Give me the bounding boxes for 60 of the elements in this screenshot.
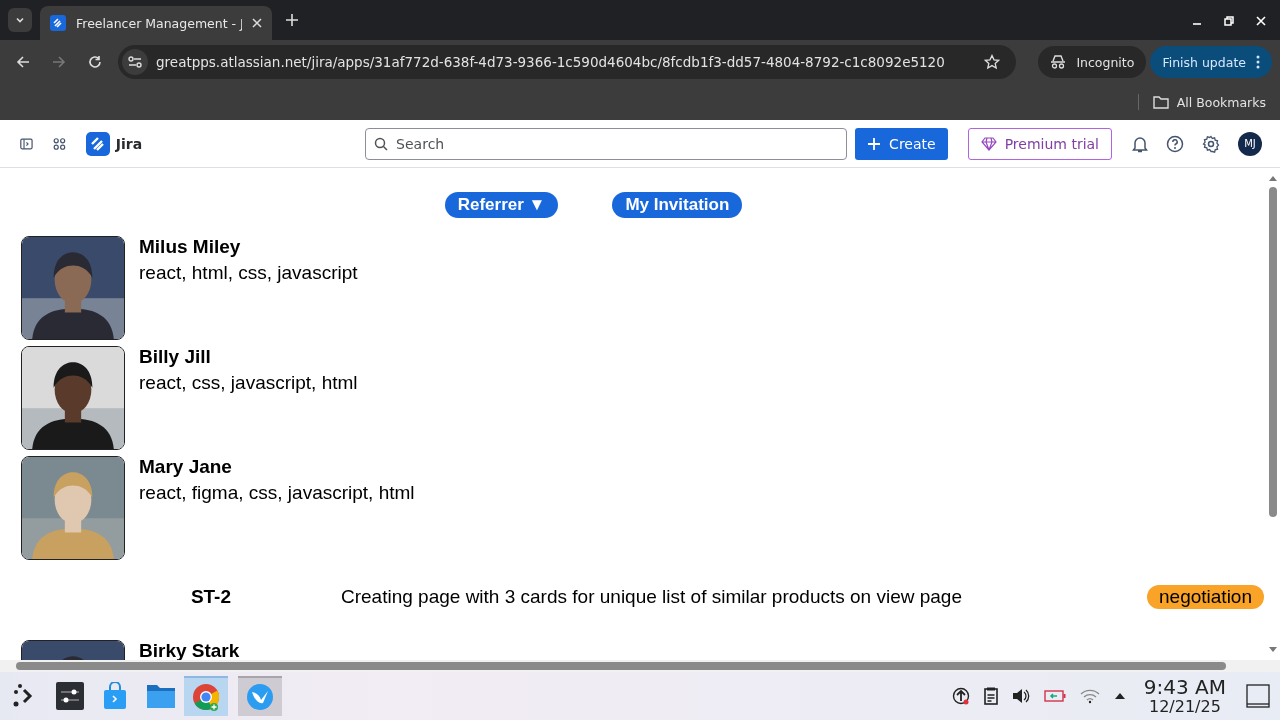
new-tab-icon[interactable] [286,14,298,26]
finish-update-button[interactable]: Finish update [1150,46,1272,78]
product-name: Jira [115,135,143,152]
upload-icon[interactable] [951,687,970,705]
scroll-up-icon[interactable] [1269,176,1277,181]
user-avatar[interactable]: MJ [1238,131,1262,156]
notification-icon[interactable] [1132,134,1148,153]
battery-icon[interactable] [1043,689,1066,703]
referrer-dropdown[interactable]: Referrer ▼ [444,192,559,218]
skills-list: react, figma, css, javascript, html [139,482,415,504]
wifi-icon[interactable] [1079,688,1100,704]
settings-sliders-icon[interactable] [56,682,84,710]
diamond-icon [980,136,997,151]
reload-icon[interactable] [88,55,102,69]
help-icon[interactable] [1166,134,1184,153]
sidebar-toggle-icon[interactable] [20,136,33,151]
skills-list: react, css, javascript, html [139,372,358,394]
scrollbar-thumb[interactable] [16,662,1226,670]
incognito-chip[interactable]: Incognito [1038,46,1147,78]
create-button[interactable]: Create [855,127,948,160]
freelancer-name: Milus Miley [139,236,242,258]
invitation-button[interactable]: My Invitation [612,192,743,218]
premium-trial-button[interactable]: Premium trial [967,127,1112,160]
restore-icon[interactable] [1224,16,1234,26]
jira-logo-icon[interactable] [85,131,110,156]
jira-logo-icon [50,15,66,31]
settings-icon[interactable] [1202,134,1220,153]
site-settings-icon[interactable] [128,56,142,68]
folder-icon[interactable] [146,683,176,709]
close-icon[interactable] [252,18,262,28]
forward-icon[interactable] [52,55,66,69]
tab-list-button[interactable] [8,8,32,32]
app-switcher-icon[interactable] [52,135,66,152]
scrollbar-thumb[interactable] [1269,187,1277,517]
freelancer-name: Billy Jill [139,346,212,368]
search-icon [374,136,389,151]
more-icon [1256,55,1260,69]
status-badge: negotiation [1147,585,1264,609]
task-summary: Creating page with 3 cards for unique list of similar products on view page [341,586,963,608]
task-key: ST-2 [21,586,341,608]
clipboard-icon[interactable] [983,687,998,705]
star-icon[interactable] [984,54,1001,70]
clock-date: 12/21/25 [1148,698,1221,716]
clock-time: 9:43 AM [1143,676,1226,698]
plus-icon [867,136,882,151]
incognito-icon [1050,55,1067,69]
all-bookmarks-button[interactable]: All Bookmarks [1152,94,1266,110]
address-bar[interactable]: greatpps.atlassian.net/jira/apps/31af772d-638f-4d73-9366-1c590d4604bc/8fcdb1f3-dd57-4804-8792-c1c8092e5120 [118,45,1017,79]
chrome-app-icon[interactable] [184,676,228,716]
back-icon[interactable] [16,55,30,69]
show-desktop-icon[interactable] [1246,684,1270,708]
skills-list: react, html, css, javascript [139,262,358,284]
freelancer-name: Mary Jane [139,456,233,478]
tray-expand-icon[interactable] [1113,692,1126,700]
scroll-down-icon[interactable] [1269,647,1277,652]
volume-icon[interactable] [1011,687,1030,705]
shopping-bag-icon[interactable] [102,682,128,710]
folder-icon [1152,95,1169,109]
search-field[interactable]: Search [365,127,848,160]
browser-tab[interactable]: Freelancer Management - J [40,6,272,40]
